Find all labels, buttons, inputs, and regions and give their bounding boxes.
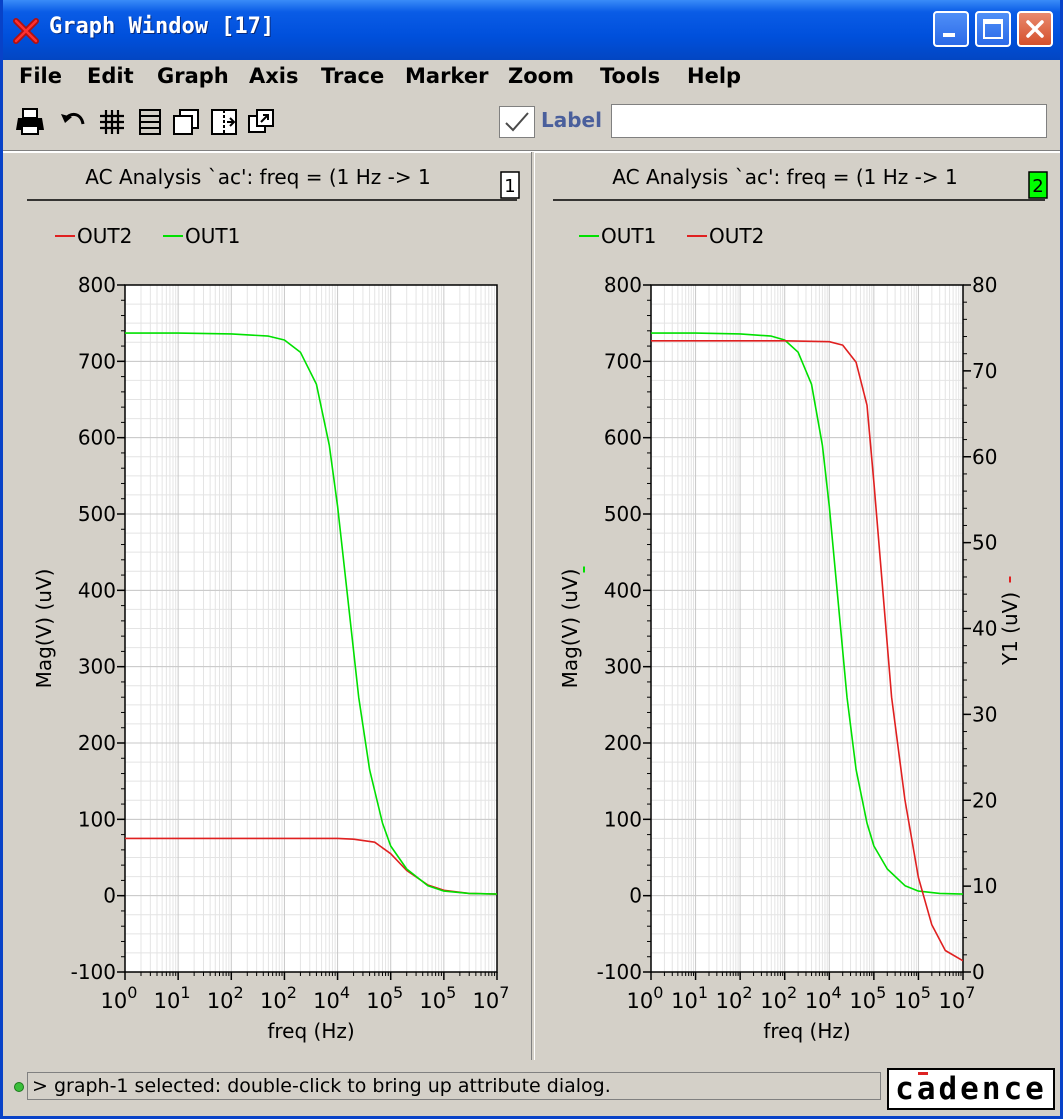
- split-icon[interactable]: [209, 106, 239, 138]
- x-tick-label: 105: [419, 983, 456, 1013]
- y-tick-label: 500: [78, 502, 116, 526]
- list-icon[interactable]: [135, 106, 165, 138]
- undo-icon[interactable]: [59, 106, 89, 138]
- x-tick-label: 105: [894, 983, 931, 1013]
- y-tick-label: 100: [604, 807, 642, 831]
- menu-zoom[interactable]: Zoom: [508, 64, 574, 88]
- y-tick-label: 200: [604, 731, 642, 755]
- label-input[interactable]: [611, 104, 1047, 138]
- grid-icon[interactable]: [97, 106, 127, 138]
- x-tick-label: 101: [154, 983, 191, 1013]
- close-button[interactable]: [1017, 11, 1053, 47]
- window-icon[interactable]: [171, 106, 201, 138]
- x-tick-label: 102: [260, 983, 297, 1013]
- y-tick-label: -100: [71, 960, 116, 984]
- graph-window: Graph Window [17] File Edit Graph Axis T…: [0, 0, 1063, 1119]
- y-tick-label: 0: [103, 884, 116, 908]
- x-tick-label: 105: [366, 983, 403, 1013]
- x-tick-label: 102: [207, 983, 244, 1013]
- menu-trace[interactable]: Trace: [321, 64, 384, 88]
- legend-label: OUT1: [185, 224, 240, 248]
- x-tick-label: 100: [627, 983, 664, 1013]
- y-tick-label: 400: [78, 578, 116, 602]
- menu-bar: File Edit Graph Axis Trace Marker Zoom T…: [3, 62, 1060, 92]
- y-tick-label: 300: [78, 655, 116, 679]
- graph-2[interactable]: AC Analysis `ac': freq = (1 Hz -> 1 2 OUT1…: [553, 165, 1048, 1043]
- menu-axis[interactable]: Axis: [249, 64, 299, 88]
- y2-axis-title: Y1 (uV): [998, 592, 1022, 666]
- label-checkbox[interactable]: [499, 106, 535, 138]
- x-tick-label: 104: [805, 983, 842, 1013]
- y-tick-label: 200: [78, 731, 116, 755]
- y2-tick-label: 0: [972, 960, 985, 984]
- x-tick-label: 102: [760, 983, 797, 1013]
- x-axis-title: freq (Hz): [267, 1019, 354, 1043]
- y2-tick-label: 40: [972, 617, 997, 641]
- checkmark-icon: [505, 112, 529, 132]
- menu-edit[interactable]: Edit: [87, 64, 134, 88]
- cadence-logo: cadence: [887, 1068, 1055, 1110]
- menu-graph[interactable]: Graph: [157, 64, 229, 88]
- y-axis-title: Mag(V) (uV): [558, 569, 582, 689]
- y-axis-title: Mag(V) (uV): [32, 569, 56, 689]
- legend-label: OUT2: [709, 224, 764, 248]
- legend-label: OUT2: [77, 224, 132, 248]
- graph-number: 2: [1032, 176, 1043, 197]
- y-tick-label: 800: [604, 273, 642, 297]
- x-tick-label: 107: [473, 983, 510, 1013]
- y-tick-label: 500: [604, 502, 642, 526]
- graph-title: AC Analysis `ac': freq = (1 Hz -> 1: [85, 165, 430, 189]
- panel-divider[interactable]: [531, 152, 535, 1060]
- menu-file[interactable]: File: [19, 64, 62, 88]
- y2-tick-label: 70: [972, 359, 997, 383]
- y2-tick-label: 50: [972, 531, 997, 555]
- x-tick-label: 101: [671, 983, 708, 1013]
- graph-number: 1: [504, 176, 515, 197]
- tile-icon[interactable]: [246, 106, 276, 138]
- y-tick-label: 600: [78, 426, 116, 450]
- y-tick-label: 400: [604, 578, 642, 602]
- x-tick-label: 104: [313, 983, 350, 1013]
- title-bar[interactable]: Graph Window [17]: [3, 0, 1060, 60]
- y-tick-label: 700: [604, 349, 642, 373]
- app-x-icon: [13, 18, 39, 44]
- menu-tools[interactable]: Tools: [600, 64, 660, 88]
- y-tick-label: 700: [78, 349, 116, 373]
- menu-marker[interactable]: Marker: [405, 64, 488, 88]
- print-icon[interactable]: [15, 106, 45, 138]
- legend-label: OUT1: [601, 224, 656, 248]
- graph-title: AC Analysis `ac': freq = (1 Hz -> 1: [612, 165, 957, 189]
- x-tick-label: 107: [939, 983, 976, 1013]
- y2-tick-label: 60: [972, 445, 997, 469]
- maximize-button[interactable]: [975, 11, 1011, 47]
- x-tick-label: 105: [849, 983, 886, 1013]
- status-indicator-icon: [14, 1082, 24, 1092]
- x-tick-label: 102: [716, 983, 753, 1013]
- graph-1[interactable]: AC Analysis `ac': freq = (1 Hz -> 1 1 OUT2…: [27, 165, 520, 1043]
- y-tick-label: 800: [78, 273, 116, 297]
- y2-tick-label: 20: [972, 788, 997, 812]
- menu-help[interactable]: Help: [687, 64, 741, 88]
- minimize-button[interactable]: [933, 11, 969, 47]
- y2-tick-label: 30: [972, 702, 997, 726]
- y-tick-label: 300: [604, 655, 642, 679]
- y-tick-label: 600: [604, 426, 642, 450]
- logo-accent: [918, 1072, 928, 1075]
- minimize-icon: [943, 33, 955, 37]
- y-tick-label: -100: [597, 960, 642, 984]
- x-tick-label: 100: [101, 983, 138, 1013]
- y2-tick-label: 80: [972, 273, 997, 297]
- x-axis-title: freq (Hz): [763, 1019, 850, 1043]
- y-tick-label: 100: [78, 807, 116, 831]
- y-tick-label: 0: [629, 884, 642, 908]
- label-caption: Label: [541, 108, 602, 132]
- y2-tick-label: 10: [972, 874, 997, 898]
- window-title: Graph Window [17]: [49, 14, 275, 39]
- status-message: > graph-1 selected: double-click to brin…: [27, 1072, 881, 1100]
- maximize-icon: [983, 19, 1003, 39]
- close-icon: [1026, 20, 1044, 38]
